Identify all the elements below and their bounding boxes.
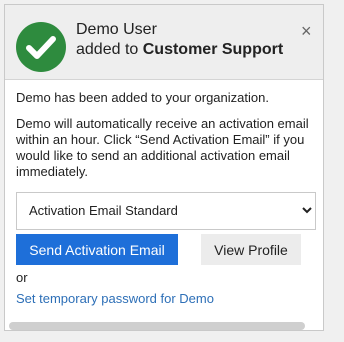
added-to-line: added to Customer Support: [76, 40, 283, 60]
user-name: Demo User: [76, 21, 157, 38]
send-activation-email-button[interactable]: Send Activation Email: [16, 234, 178, 265]
notification-popup: Demo User added to Customer Support × De…: [4, 4, 324, 331]
or-text: or: [16, 270, 28, 285]
popup-title: Demo User added to Customer Support: [76, 20, 283, 60]
added-to-text: added to: [76, 41, 139, 58]
chevron-down-icon: [302, 207, 312, 214]
confirmation-text: Demo has been added to your organization…: [16, 90, 269, 105]
select-value: Activation Email Standard: [29, 203, 178, 218]
group-name: Customer Support: [142, 41, 284, 58]
popup-header: Demo User added to Customer Support ×: [5, 5, 323, 80]
horizontal-scrollbar[interactable]: [9, 322, 305, 330]
check-circle-icon: [16, 22, 66, 72]
close-icon[interactable]: ×: [301, 22, 312, 40]
activation-info-text: Demo will automatically receive an activ…: [16, 116, 309, 179]
popup-body: Demo has been added to your organization…: [16, 90, 312, 180]
activation-email-select[interactable]: Activation Email Standard: [16, 192, 316, 230]
view-profile-button[interactable]: View Profile: [201, 234, 301, 265]
set-temporary-password-link[interactable]: Set temporary password for Demo: [16, 291, 214, 306]
